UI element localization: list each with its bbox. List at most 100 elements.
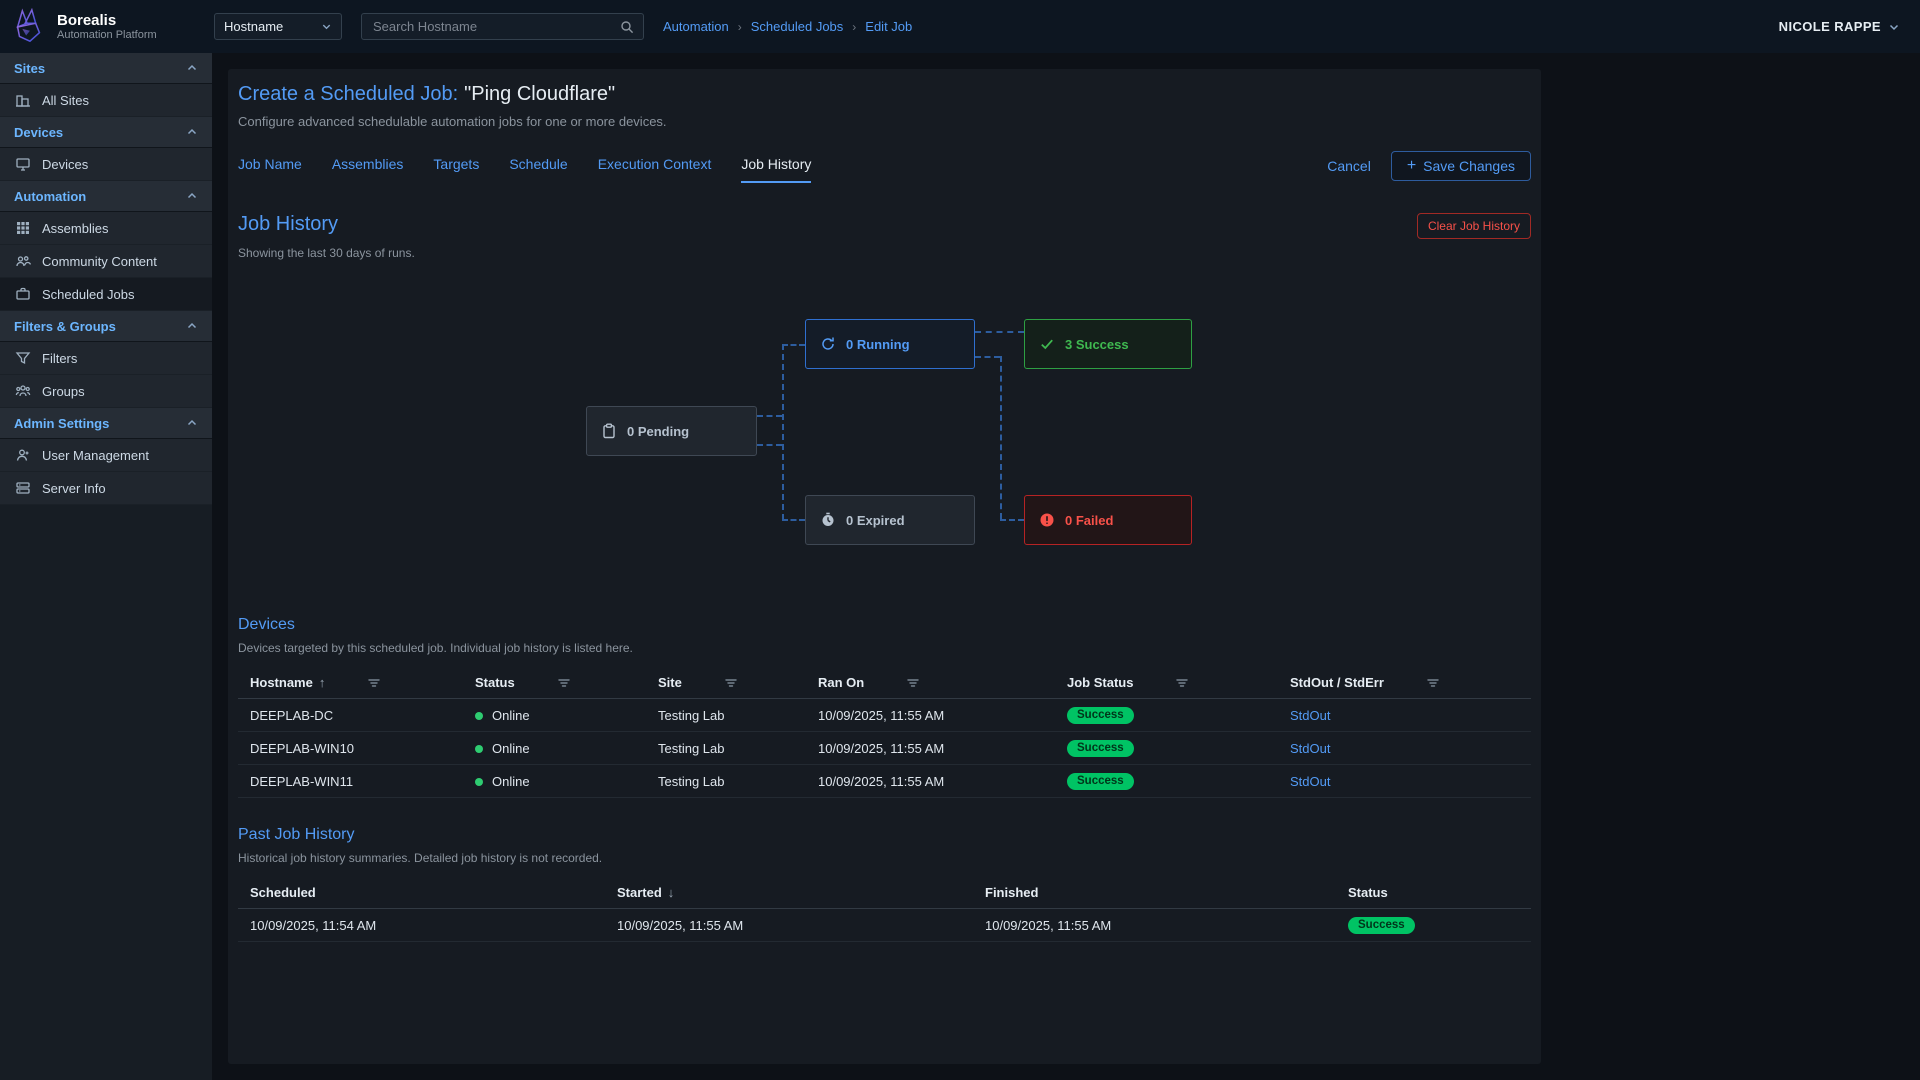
page-title-prefix: Create a Scheduled Job: <box>238 83 458 105</box>
breadcrumb-automation[interactable]: Automation <box>663 19 729 34</box>
filter-icon[interactable] <box>906 676 920 690</box>
job-history-subtitle: Showing the last 30 days of runs. <box>238 246 1531 260</box>
page-subtitle: Configure advanced schedulable automatio… <box>238 114 1531 129</box>
column-scheduled[interactable]: Scheduled <box>238 877 605 909</box>
flow-connector <box>782 344 805 346</box>
sidebar-section-sites[interactable]: Sites <box>0 53 212 84</box>
ran-on-cell: 10/09/2025, 11:55 AM <box>806 765 1055 798</box>
search-input[interactable] <box>371 18 620 35</box>
section-label: Automation <box>14 189 86 204</box>
success-badge: Success <box>1348 917 1415 934</box>
section-label: Filters & Groups <box>14 319 116 334</box>
column-stdout-stderr[interactable]: StdOut / StdErr <box>1278 667 1531 699</box>
breadcrumb-separator: › <box>852 20 856 34</box>
sidebar-item-user-management[interactable]: User Management <box>0 439 212 472</box>
sidebar-item-scheduled-jobs[interactable]: Scheduled Jobs <box>0 278 212 311</box>
breadcrumb-separator: › <box>738 20 742 34</box>
success-badge: Success <box>1067 707 1134 724</box>
column-label: Status <box>1348 885 1388 900</box>
sidebar-section-automation[interactable]: Automation <box>0 181 212 212</box>
user-menu[interactable]: NICOLE RAPPE <box>1779 19 1900 34</box>
column-finished[interactable]: Finished <box>973 877 1336 909</box>
page-title: Create a Scheduled Job:"Ping Cloudflare" <box>238 83 1531 106</box>
hostname-dropdown[interactable]: Hostname <box>214 13 342 40</box>
item-label: Devices <box>42 157 88 172</box>
filter-icon[interactable] <box>724 676 738 690</box>
cancel-button[interactable]: Cancel <box>1327 158 1371 174</box>
jobs-icon <box>15 286 31 302</box>
sidebar-section-admin-settings[interactable]: Admin Settings <box>0 408 212 439</box>
column-status[interactable]: Status <box>1336 877 1531 909</box>
past-job-row: 10/09/2025, 11:54 AM 10/09/2025, 11:55 A… <box>238 909 1531 942</box>
column-label: Hostname <box>250 675 313 690</box>
job-status-cell: Success <box>1055 765 1278 798</box>
server-icon <box>15 480 31 496</box>
flow-connector <box>1000 519 1024 521</box>
job-status-flow-diagram: 0 Pending 0 Running 3 Success <box>238 276 1531 588</box>
sidebar-item-community-content[interactable]: Community Content <box>0 245 212 278</box>
error-icon <box>1039 512 1055 528</box>
brand-name: Borealis <box>57 12 157 29</box>
tabs-row: Job Name Assemblies Targets Schedule Exe… <box>238 151 1531 187</box>
flow-connector <box>1000 356 1002 519</box>
tab-schedule[interactable]: Schedule <box>509 156 567 183</box>
clear-job-history-button[interactable]: Clear Job History <box>1417 213 1531 239</box>
item-label: All Sites <box>42 93 89 108</box>
flow-connector <box>782 344 784 520</box>
tabs: Job Name Assemblies Targets Schedule Exe… <box>238 156 811 183</box>
flow-connector <box>757 415 782 417</box>
tab-assemblies[interactable]: Assemblies <box>332 156 404 183</box>
item-label: Community Content <box>42 254 157 269</box>
ran-on-cell: 10/09/2025, 11:55 AM <box>806 732 1055 765</box>
chevron-up-icon <box>186 417 198 429</box>
search-icon[interactable] <box>620 20 634 34</box>
filter-icon[interactable] <box>1175 676 1189 690</box>
site-cell: Testing Lab <box>646 765 806 798</box>
sidebar-item-groups[interactable]: Groups <box>0 375 212 408</box>
sidebar-section-devices[interactable]: Devices <box>0 117 212 148</box>
job-status-cell: Success <box>1055 699 1278 732</box>
column-label: Status <box>475 675 515 690</box>
column-hostname[interactable]: Hostname ↑ <box>238 667 463 699</box>
section-label: Sites <box>14 61 45 76</box>
breadcrumb-edit-job[interactable]: Edit Job <box>865 19 912 34</box>
column-started[interactable]: Started ↓ <box>605 877 973 909</box>
chevron-down-icon <box>1888 21 1900 33</box>
filter-icon[interactable] <box>367 676 381 690</box>
success-badge: Success <box>1067 773 1134 790</box>
sidebar-item-all-sites[interactable]: All Sites <box>0 84 212 117</box>
sidebar-item-assemblies[interactable]: Assemblies <box>0 212 212 245</box>
filter-icon[interactable] <box>1426 676 1440 690</box>
hostname-search <box>361 13 644 40</box>
stdout-link[interactable]: StdOut <box>1290 774 1330 789</box>
stdout-link[interactable]: StdOut <box>1290 741 1330 756</box>
tab-job-history[interactable]: Job History <box>741 156 811 183</box>
status-cell: Success <box>1336 909 1531 942</box>
tab-execution-context[interactable]: Execution Context <box>598 156 712 183</box>
flow-connector <box>757 444 782 446</box>
stdout-cell: StdOut <box>1278 765 1531 798</box>
column-status[interactable]: Status <box>463 667 646 699</box>
sidebar-section-filters-groups[interactable]: Filters & Groups <box>0 311 212 342</box>
item-label: Server Info <box>42 481 106 496</box>
brand-logo[interactable]: Borealis Automation Platform <box>0 8 212 46</box>
sidebar-item-filters[interactable]: Filters <box>0 342 212 375</box>
filter-icon[interactable] <box>557 676 571 690</box>
status-cell: Online <box>463 699 646 732</box>
tab-job-name[interactable]: Job Name <box>238 156 302 183</box>
tab-targets[interactable]: Targets <box>433 156 479 183</box>
column-ran-on[interactable]: Ran On <box>806 667 1055 699</box>
column-job-status[interactable]: Job Status <box>1055 667 1278 699</box>
column-site[interactable]: Site <box>646 667 806 699</box>
flow-connector <box>782 519 805 521</box>
sidebar-item-devices[interactable]: Devices <box>0 148 212 181</box>
sidebar-item-server-info[interactable]: Server Info <box>0 472 212 505</box>
item-label: Groups <box>42 384 85 399</box>
save-changes-button[interactable]: + Save Changes <box>1391 151 1531 181</box>
stdout-link[interactable]: StdOut <box>1290 708 1330 723</box>
column-label: Ran On <box>818 675 864 690</box>
success-count-label: 3 Success <box>1065 337 1129 352</box>
community-icon <box>15 253 31 269</box>
chevron-down-icon <box>321 21 332 32</box>
breadcrumb-scheduled-jobs[interactable]: Scheduled Jobs <box>751 19 844 34</box>
